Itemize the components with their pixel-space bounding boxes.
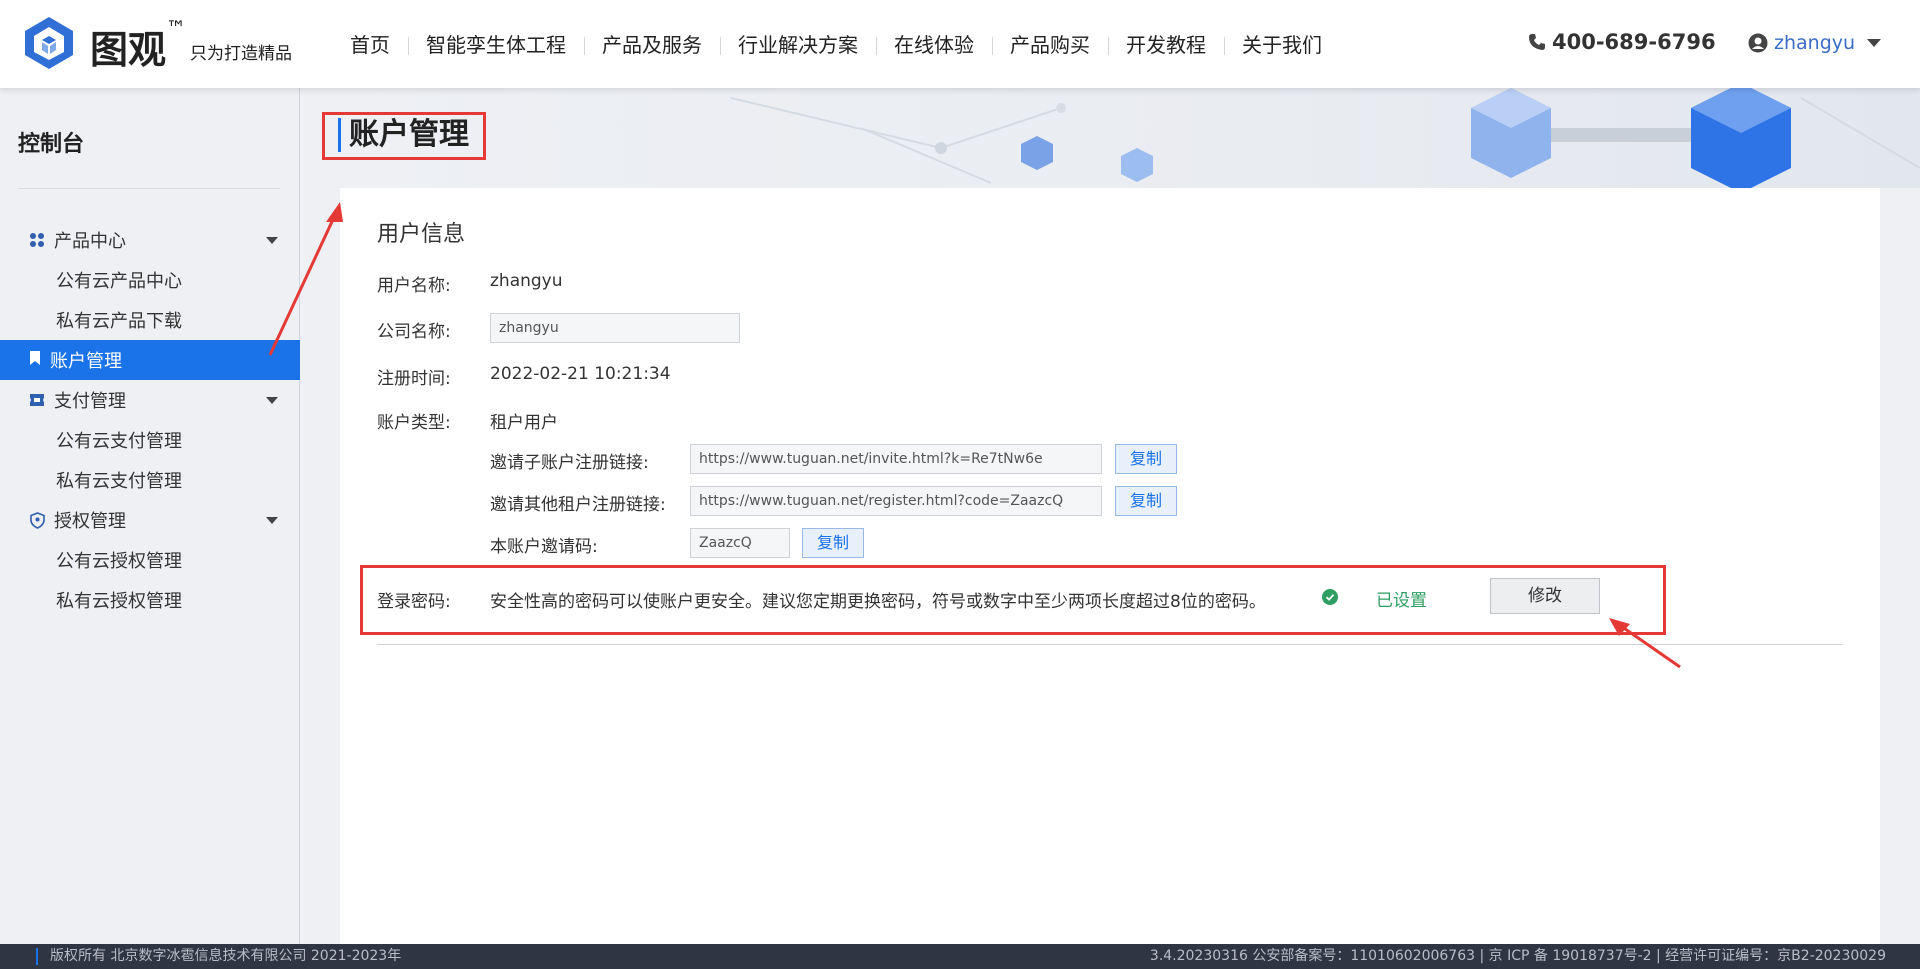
nav-item-solutions[interactable]: 行业解决方案 (720, 28, 876, 62)
invite-sub-link-input[interactable]: https://www.tuguan.net/invite.html?k=Re7… (690, 444, 1102, 474)
invite-sub-link-label: 邀请子账户注册链接: (490, 453, 649, 473)
company-input[interactable]: zhangyu (490, 313, 740, 343)
invite-tenant-link-input[interactable]: https://www.tuguan.net/register.html?cod… (690, 486, 1102, 516)
sidebar-item-public-cloud-license[interactable]: 公有云授权管理 (0, 540, 300, 580)
page-banner (301, 88, 1920, 188)
logo-slogan: 只为打造精品 (190, 44, 293, 64)
company-field-label: 公司名称: (377, 322, 451, 342)
account-type-value: 租户用户 (490, 413, 558, 433)
sidebar-divider (18, 188, 280, 189)
sidebar-group-label: 支付管理 (54, 391, 126, 412)
nav-item-tutorials[interactable]: 开发教程 (1108, 28, 1224, 62)
copy-invite-tenant-link-button[interactable]: 复制 (1115, 486, 1177, 516)
sidebar-group-product-center[interactable]: 产品中心 (0, 220, 300, 260)
grid-icon (28, 231, 46, 249)
nav-item-products[interactable]: 产品及服务 (584, 28, 720, 62)
invite-code-input[interactable]: ZaazcQ (690, 528, 790, 558)
sidebar-group-label: 产品中心 (54, 231, 126, 252)
phone-icon (1529, 34, 1545, 50)
username-value: zhangyu (490, 271, 563, 291)
logo-trademark: ™ (166, 16, 187, 40)
sidebar-item-private-cloud-payment[interactable]: 私有云支付管理 (0, 460, 300, 500)
top-header: 图观 ™ 只为打造精品 首页 智能孪生体工程 产品及服务 行业解决方案 在线体验… (0, 0, 1920, 88)
footer-copyright: 版权所有 北京数字冰雹信息技术有限公司 2021-2023年 (36, 948, 401, 965)
brand-logo[interactable]: 图观 ™ 只为打造精品 (20, 14, 292, 72)
sidebar-item-label: 账户管理 (50, 351, 122, 372)
main-nav: 首页 智能孪生体工程 产品及服务 行业解决方案 在线体验 产品购买 开发教程 关… (332, 28, 1340, 62)
sidebar-title: 控制台 (18, 132, 85, 157)
nav-item-home[interactable]: 首页 (332, 28, 408, 62)
page-title: 账户管理 (338, 118, 469, 152)
account-type-label: 账户类型: (377, 413, 451, 433)
bookmark-icon (28, 350, 42, 371)
register-time-value: 2022-02-21 10:21:34 (490, 364, 671, 384)
username-label: zhangyu (1774, 32, 1856, 54)
nav-item-demo[interactable]: 在线体验 (876, 28, 992, 62)
hotline: 400-689-6796 (1528, 30, 1716, 54)
chevron-down-icon (266, 397, 278, 404)
page-footer: 版权所有 北京数字冰雹信息技术有限公司 2021-2023年 3.4.20230… (0, 944, 1920, 969)
ticket-icon (28, 391, 46, 409)
copy-invite-sub-link-button[interactable]: 复制 (1115, 444, 1177, 474)
footer-icp: 3.4.20230316 公安部备案号：11010602006763 | 京 I… (1149, 948, 1886, 964)
shield-icon (28, 511, 46, 529)
section-divider (377, 644, 1843, 645)
phone-number: 400-689-6796 (1552, 30, 1716, 54)
nav-item-about[interactable]: 关于我们 (1224, 28, 1340, 62)
chevron-down-icon (1867, 39, 1882, 47)
sidebar-item-public-cloud-payment[interactable]: 公有云支付管理 (0, 420, 300, 460)
sidebar-group-label: 授权管理 (54, 511, 126, 532)
sidebar-item-private-cloud-license[interactable]: 私有云授权管理 (0, 580, 300, 620)
sidebar-group-authorization[interactable]: 授权管理 (0, 500, 300, 540)
logo-name: 图观 (90, 28, 167, 72)
invite-tenant-link-label: 邀请其他租户注册链接: (490, 495, 666, 515)
section-title: 用户信息 (377, 222, 466, 247)
logo-mark-icon (25, 17, 73, 69)
register-time-label: 注册时间: (377, 369, 451, 389)
sidebar-item-private-cloud-download[interactable]: 私有云产品下载 (0, 300, 300, 340)
modify-password-button[interactable]: 修改 (1490, 578, 1600, 614)
check-circle-icon (1322, 589, 1338, 605)
sidebar-item-account-management[interactable]: 账户管理 (0, 340, 300, 380)
password-status: 已设置 (1376, 591, 1427, 611)
nav-item-purchase[interactable]: 产品购买 (992, 28, 1108, 62)
password-description: 安全性高的密码可以使账户更安全。建议您定期更换密码，符号或数字中至少两项长度超过… (490, 592, 1266, 612)
chevron-down-icon (266, 237, 278, 244)
sidebar-menu: 产品中心 公有云产品中心 私有云产品下载 账户管理 支付管理 公有云支付管理 私… (0, 220, 300, 620)
banner-decoration (730, 88, 1920, 188)
password-label: 登录密码: (377, 592, 451, 612)
sidebar: 控制台 产品中心 公有云产品中心 私有云产品下载 账户管理 支付管理 公有云支付… (0, 88, 300, 944)
chevron-down-icon (266, 517, 278, 524)
user-avatar-icon (1748, 33, 1768, 53)
sidebar-item-public-cloud-products[interactable]: 公有云产品中心 (0, 260, 300, 300)
username-field-label: 用户名称: (377, 276, 451, 296)
sidebar-group-payment[interactable]: 支付管理 (0, 380, 300, 420)
user-menu[interactable]: zhangyu (1748, 32, 1882, 54)
copy-invite-code-button[interactable]: 复制 (802, 528, 864, 558)
invite-code-label: 本账户邀请码: (490, 537, 598, 557)
nav-item-digital-twin[interactable]: 智能孪生体工程 (408, 28, 584, 62)
